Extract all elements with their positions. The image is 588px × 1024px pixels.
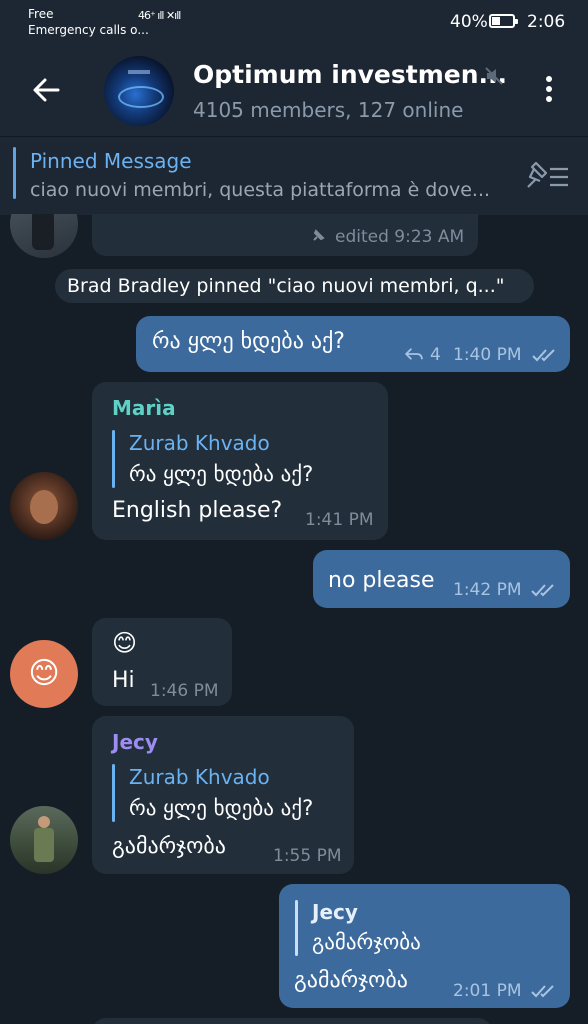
avatar[interactable]: 😊 bbox=[10, 640, 78, 708]
pinned-list-icon[interactable] bbox=[522, 161, 570, 193]
message-time: 1:40 PM bbox=[453, 345, 522, 365]
group-title[interactable]: Optimum investmen... bbox=[193, 60, 507, 89]
quote-indicator bbox=[295, 900, 298, 956]
more-vertical-icon[interactable] bbox=[540, 76, 558, 106]
message-status: edited 9:23 AM bbox=[335, 227, 465, 247]
message-emoji: 😊 bbox=[112, 629, 138, 657]
message-text: რა ყლე ხდება აქ? bbox=[152, 329, 345, 354]
message-text: გამარჯობა bbox=[112, 834, 226, 859]
pinned-message-bar[interactable]: Pinned Message ciao nuovi membri, questa… bbox=[0, 136, 588, 215]
double-check-icon bbox=[531, 985, 554, 998]
avatar-emoji: 😊 bbox=[28, 656, 60, 691]
service-text: Brad Bradley pinned "ciao nuovi membri, … bbox=[67, 275, 505, 297]
message-bubble-outgoing[interactable]: რა ყლე ხდება აქ? 4 1:40 PM bbox=[136, 316, 570, 372]
carrier-status: Emergency calls o... bbox=[28, 23, 149, 37]
message-text: გამარჯობა bbox=[294, 968, 408, 993]
message-bubble[interactable]: Jecy Zurab Khvado რა ყლე ხდება აქ? გამარ… bbox=[92, 716, 354, 874]
message-text: no please bbox=[328, 568, 435, 593]
carrier-info: Free Emergency calls o... bbox=[28, 6, 149, 38]
reply-icon[interactable] bbox=[404, 347, 424, 361]
avatar[interactable] bbox=[10, 472, 78, 540]
message-time: 1:46 PM bbox=[150, 681, 219, 701]
group-avatar[interactable] bbox=[104, 56, 174, 126]
double-check-icon bbox=[531, 584, 554, 597]
pin-icon bbox=[313, 229, 325, 241]
sender-name[interactable]: Jecy bbox=[112, 730, 158, 754]
message-bubble[interactable] bbox=[92, 1018, 492, 1024]
quote-author[interactable]: Zurab Khvado bbox=[129, 431, 270, 455]
member-count: 4105 members, 127 online bbox=[193, 98, 464, 122]
message-time: 1:55 PM bbox=[273, 846, 342, 866]
status-bar: Free Emergency calls o... 46⁺ ıll ✕ıll 4… bbox=[0, 0, 588, 44]
sender-name[interactable]: Marìa bbox=[112, 396, 176, 420]
message-text: Hi bbox=[112, 668, 135, 693]
battery-icon bbox=[489, 14, 518, 28]
double-check-icon bbox=[532, 349, 555, 362]
pinned-indicator bbox=[13, 147, 16, 199]
service-message: Brad Bradley pinned "ciao nuovi membri, … bbox=[55, 269, 534, 303]
message-list[interactable]: edited 9:23 AM Brad Bradley pinned "ciao… bbox=[0, 214, 588, 1024]
quote-indicator bbox=[112, 430, 115, 488]
message-text: English please? bbox=[112, 498, 283, 523]
reply-count: 4 bbox=[430, 345, 441, 365]
battery-percent: 40% bbox=[450, 12, 488, 32]
quote-text: რა ყლე ხდება აქ? bbox=[129, 796, 314, 820]
avatar[interactable] bbox=[10, 214, 78, 258]
message-bubble[interactable]: 😊 Hi 1:46 PM bbox=[92, 618, 232, 706]
quote-indicator bbox=[112, 764, 115, 822]
message-bubble[interactable]: Marìa Zurab Khvado რა ყლე ხდება აქ? Engl… bbox=[92, 382, 388, 540]
mute-icon bbox=[485, 67, 503, 85]
signal-icon: 46⁺ ıll ✕ıll bbox=[138, 9, 181, 22]
quote-author[interactable]: Zurab Khvado bbox=[129, 765, 270, 789]
carrier-name: Free bbox=[28, 7, 54, 21]
message-bubble[interactable]: edited 9:23 AM bbox=[92, 214, 478, 256]
quote-author[interactable]: Jecy bbox=[312, 900, 358, 924]
clock: 2:06 bbox=[527, 12, 566, 32]
message-bubble-outgoing[interactable]: no please 1:42 PM bbox=[313, 550, 570, 608]
message-time: 2:01 PM bbox=[453, 981, 522, 1001]
quote-text: რა ყლე ხდება აქ? bbox=[129, 462, 314, 486]
message-time: 1:42 PM bbox=[453, 580, 522, 600]
avatar[interactable] bbox=[10, 806, 78, 874]
message-bubble-outgoing[interactable]: Jecy გამარჯობა გამარჯობა 2:01 PM bbox=[279, 884, 570, 1008]
message-time: 1:41 PM bbox=[305, 510, 374, 530]
back-arrow-icon[interactable] bbox=[30, 74, 62, 106]
quote-text: გამარჯობა bbox=[312, 930, 421, 954]
chat-header: Optimum investmen... 4105 members, 127 o… bbox=[0, 44, 588, 136]
pinned-title: Pinned Message bbox=[30, 149, 192, 173]
pinned-text: ciao nuovi membri, questa piattaforma è … bbox=[30, 179, 491, 201]
